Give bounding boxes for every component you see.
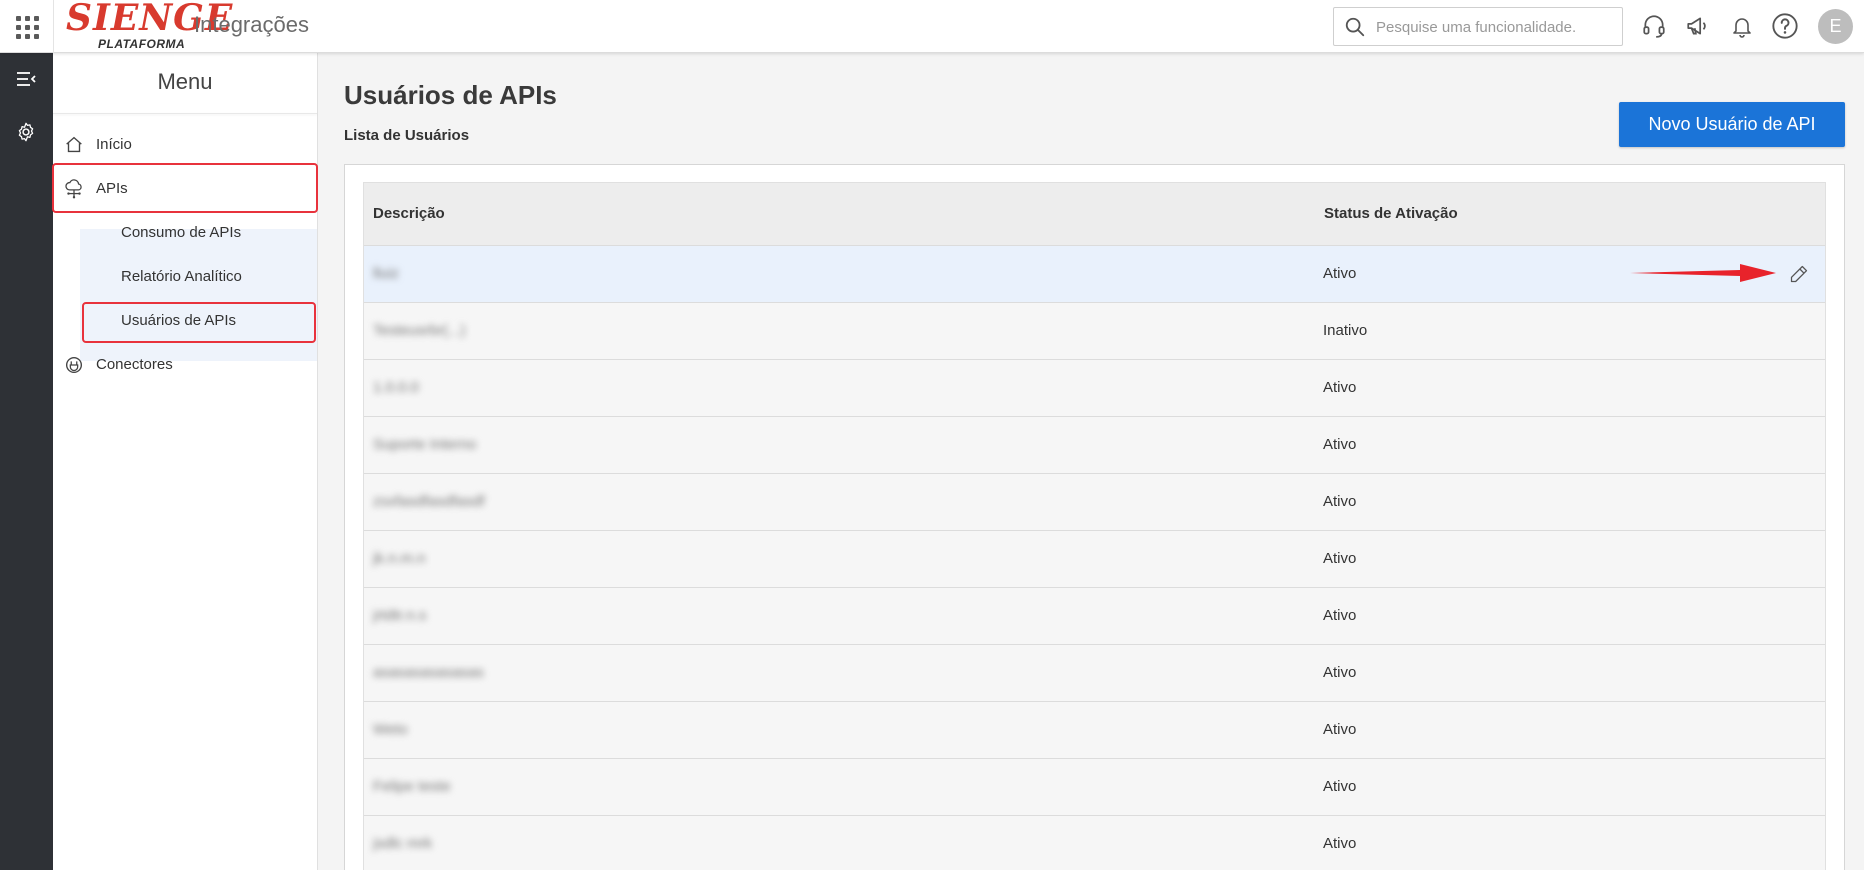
submenu-item-label: Usuários de APIs	[121, 312, 237, 329]
app-name: Integrações	[194, 12, 309, 37]
top-divider	[53, 0, 54, 53]
top-bar: SIENGE PLATAFORMA Integrações E	[0, 0, 1864, 53]
row-description: lluiz	[373, 265, 399, 282]
submenu-item-consumo[interactable]: Consumo de APIs	[80, 213, 317, 253]
table-row[interactable]: 1.0.0.0 Ativo	[364, 360, 1825, 417]
row-status: Inativo	[1323, 322, 1368, 339]
megaphone-icon[interactable]	[1684, 12, 1712, 40]
table-row[interactable]: jrtdtr.n.s Ativo	[364, 588, 1825, 645]
column-header-status[interactable]: Status de Ativação	[1324, 205, 1458, 222]
connector-icon	[65, 356, 83, 374]
row-description: Suporte Interno	[373, 436, 477, 453]
row-description: Felipe teste	[373, 778, 451, 795]
row-status: Ativo	[1323, 493, 1357, 510]
column-header-descricao[interactable]: Descrição	[373, 205, 445, 222]
row-description: 1.0.0.0	[373, 379, 419, 396]
row-description: jk.n.m.n	[373, 550, 426, 567]
support-headset-icon[interactable]	[1640, 12, 1668, 40]
row-status: Ativo	[1323, 436, 1357, 453]
submenu-item-label: Relatório Analítico	[121, 268, 242, 285]
row-description: asasasasasasas	[373, 664, 484, 681]
row-status: Ativo	[1323, 379, 1357, 396]
table-row[interactable]: Testeusrbr(...) Inativo	[364, 303, 1825, 360]
row-status: Ativo	[1323, 607, 1357, 624]
row-status: Ativo	[1323, 550, 1357, 567]
table-row[interactable]: Suporte Interno Ativo	[364, 417, 1825, 474]
users-table: Descrição Status de Ativação lluiz Ativo…	[363, 182, 1826, 870]
user-avatar[interactable]: E	[1818, 9, 1853, 44]
home-icon	[66, 136, 82, 153]
row-status: Ativo	[1323, 835, 1357, 852]
page-title: Usuários de APIs	[344, 80, 557, 110]
help-question-icon[interactable]	[1771, 12, 1799, 40]
page-subtitle: Lista de Usuários	[344, 127, 470, 144]
row-status: Ativo	[1323, 265, 1357, 282]
users-card: Descrição Status de Ativação lluiz Ativo…	[344, 164, 1845, 870]
collapse-menu-icon[interactable]	[12, 65, 40, 93]
menu-title: Menu	[157, 69, 213, 94]
row-description: zsxfasdfasdfasdf	[373, 493, 485, 510]
notification-bell-icon[interactable]	[1728, 12, 1756, 40]
table-row[interactable]: Weto Ativo	[364, 702, 1825, 759]
search-box[interactable]	[1333, 7, 1623, 46]
settings-gear-icon[interactable]	[12, 118, 40, 146]
table-row[interactable]: lluiz Ativo	[364, 246, 1825, 303]
menu-item-apis[interactable]: APIs	[53, 169, 317, 209]
row-description: jsdlc mrk	[373, 835, 433, 852]
edit-pencil-icon[interactable]	[1786, 261, 1812, 287]
menu-item-conectores[interactable]: Conectores	[53, 345, 317, 385]
row-status: Ativo	[1323, 721, 1357, 738]
logo-sub-text: PLATAFORMA	[98, 37, 186, 51]
row-description: jrtdtr.n.s	[373, 607, 427, 624]
row-description: Testeusrbr(...)	[373, 322, 466, 339]
table-row[interactable]: zsxfasdfasdfasdf Ativo	[364, 474, 1825, 531]
submenu-item-relatorio[interactable]: Relatório Analítico	[80, 257, 317, 297]
submenu-item-usuarios[interactable]: Usuários de APIs	[80, 301, 317, 341]
menu-item-inicio[interactable]: Início	[53, 125, 317, 165]
side-menu: Menu Início APIs Consumo de APIs Relatór…	[53, 53, 318, 870]
row-status: Ativo	[1323, 778, 1357, 795]
red-arrow-annotation-icon	[1630, 264, 1776, 282]
left-rail	[0, 53, 53, 870]
table-row[interactable]: jk.n.m.n Ativo	[364, 531, 1825, 588]
menu-item-label: APIs	[96, 180, 128, 197]
cloud-network-icon	[65, 179, 82, 199]
sienge-logo[interactable]: SIENGE PLATAFORMA	[66, 0, 232, 52]
row-status: Ativo	[1323, 664, 1357, 681]
table-row[interactable]: asasasasasasas Ativo	[364, 645, 1825, 702]
new-api-user-button[interactable]: Novo Usuário de API	[1619, 102, 1845, 147]
apps-grid-icon[interactable]	[14, 14, 39, 39]
table-row[interactable]: jsdlc mrk Ativo	[364, 816, 1825, 870]
search-icon	[1345, 17, 1365, 37]
menu-divider	[53, 113, 317, 114]
search-input[interactable]	[1376, 14, 1616, 40]
menu-item-label: Início	[96, 136, 132, 153]
table-row[interactable]: Felipe teste Ativo	[364, 759, 1825, 816]
row-description: Weto	[373, 721, 408, 738]
table-header: Descrição Status de Ativação	[364, 183, 1825, 246]
menu-item-label: Conectores	[96, 356, 173, 373]
submenu-item-label: Consumo de APIs	[121, 224, 242, 241]
